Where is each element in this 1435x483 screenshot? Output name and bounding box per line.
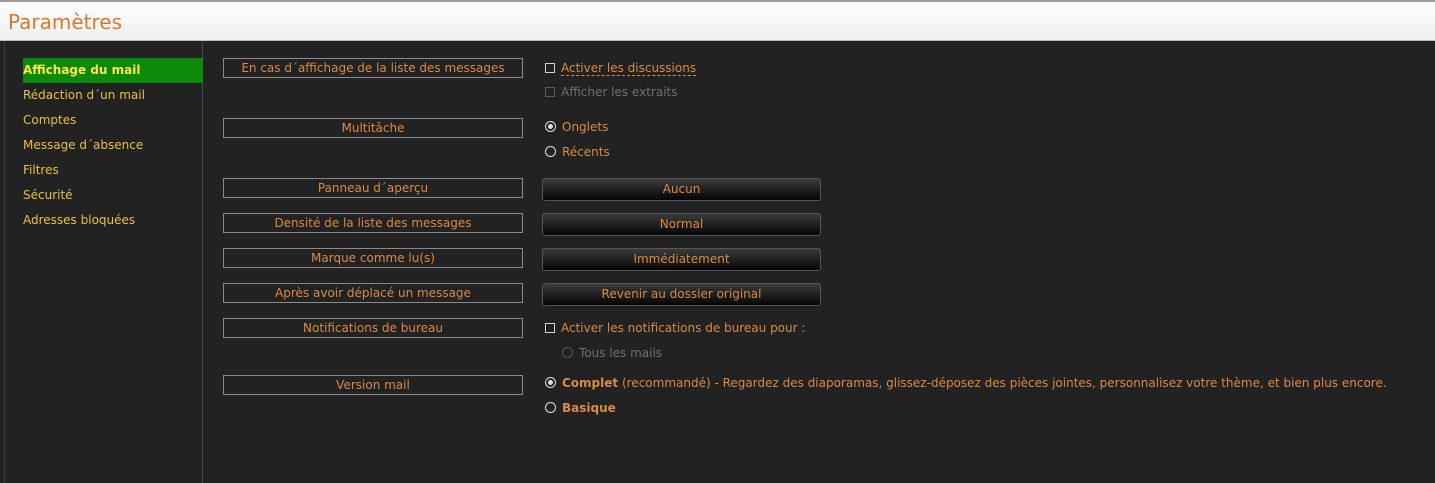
window-titlebar: Paramètres xyxy=(0,0,1435,41)
sidebar-item-compose[interactable]: Rédaction d´un mail xyxy=(23,83,203,108)
after-move-label: Après avoir déplacé un message xyxy=(223,283,523,303)
enable-discussions-option[interactable]: Activer les discussions xyxy=(545,60,697,76)
recent-radio[interactable] xyxy=(545,146,556,157)
preview-pane-label: Panneau d´aperçu xyxy=(223,178,523,198)
sidebar-item-vacation[interactable]: Message d´absence xyxy=(23,133,203,158)
show-excerpts-checkbox xyxy=(545,87,555,97)
basic-version-radio[interactable] xyxy=(545,402,556,413)
enable-notifications-option[interactable]: Activer les notifications de bureau pour… xyxy=(545,320,805,336)
show-excerpts-label: Afficher les extraits xyxy=(561,85,678,99)
recent-option[interactable]: Récents xyxy=(545,144,610,160)
all-mails-option: Tous les mails xyxy=(562,345,662,361)
mark-read-button[interactable]: Immédiatement xyxy=(542,248,821,271)
full-version-radio[interactable] xyxy=(545,377,556,388)
sidebar-item-mail-display[interactable]: Affichage du mail xyxy=(23,58,203,83)
tabs-option[interactable]: Onglets xyxy=(545,119,608,135)
enable-notifications-checkbox[interactable] xyxy=(545,323,555,333)
list-density-button[interactable]: Normal xyxy=(542,213,821,236)
sidebar-item-security[interactable]: Sécurité xyxy=(23,183,203,208)
sidebar-item-blocked[interactable]: Adresses bloquées xyxy=(23,208,203,233)
preview-pane-button[interactable]: Aucun xyxy=(542,178,821,201)
mail-version-label: Version mail xyxy=(223,375,523,395)
list-density-label: Densité de la liste des messages xyxy=(223,213,523,233)
full-version-option[interactable]: Complet (recommandé) - Regardez des diap… xyxy=(545,375,1387,391)
basic-version-label[interactable]: Basique xyxy=(562,401,616,415)
enable-notifications-label[interactable]: Activer les notifications de bureau pour… xyxy=(561,321,805,335)
enable-discussions-checkbox[interactable] xyxy=(545,63,555,73)
all-mails-radio xyxy=(562,347,573,358)
desktop-notifications-label: Notifications de bureau xyxy=(223,318,523,338)
titlebar-top-border xyxy=(0,0,1435,2)
tabs-radio[interactable] xyxy=(545,121,556,132)
full-version-description: (recommandé) - Regardez des diaporamas, … xyxy=(618,376,1387,390)
settings-sidebar: Affichage du mail Rédaction d´un mail Co… xyxy=(4,42,203,483)
window-title: Paramètres xyxy=(8,10,123,34)
multitask-label: Multitâche xyxy=(223,118,523,138)
sidebar-item-filters[interactable]: Filtres xyxy=(23,158,203,183)
mark-read-label: Marque comme lu(s) xyxy=(223,248,523,268)
basic-version-option[interactable]: Basique xyxy=(545,400,616,416)
tabs-label[interactable]: Onglets xyxy=(562,120,608,134)
enable-discussions-label[interactable]: Activer les discussions xyxy=(561,61,697,76)
after-move-button[interactable]: Revenir au dossier original xyxy=(542,283,821,306)
all-mails-label: Tous les mails xyxy=(579,346,663,360)
show-excerpts-option: Afficher les extraits xyxy=(545,84,677,100)
recent-label[interactable]: Récents xyxy=(562,145,610,159)
sidebar-item-accounts[interactable]: Comptes xyxy=(23,108,203,133)
full-version-label[interactable]: Complet xyxy=(562,376,618,390)
message-list-label: En cas d´affichage de la liste des messa… xyxy=(223,58,523,78)
